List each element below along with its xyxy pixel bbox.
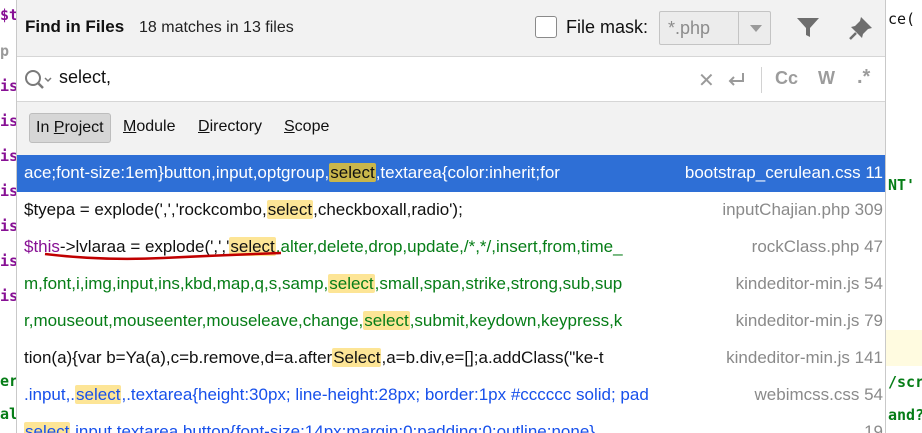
editor-text: p xyxy=(0,42,10,60)
result-row[interactable]: r,mouseout,mouseenter,mouseleave,change,… xyxy=(17,303,885,340)
result-code: select,input,textarea,button{font-size:1… xyxy=(24,422,595,433)
editor-text: is xyxy=(0,77,16,95)
tab-label: Directory xyxy=(198,118,263,135)
editor-text: is xyxy=(0,182,16,200)
search-input[interactable] xyxy=(59,67,559,88)
file-mask-value: *.php xyxy=(668,18,711,38)
result-code: ace;font-size:1em}button,input,optgroup,… xyxy=(24,163,560,182)
result-row[interactable]: m,font,i,img,input,ins,kbd,map,q,s,samp,… xyxy=(17,266,885,303)
tab-label: In Project xyxy=(36,119,104,136)
newline-icon[interactable] xyxy=(725,70,747,90)
file-mask-checkbox[interactable] xyxy=(535,16,557,38)
results-list: ace;font-size:1em}button,input,optgroup,… xyxy=(17,155,885,433)
file-mask-select[interactable]: *.php xyxy=(659,11,771,45)
words-button[interactable]: W xyxy=(818,68,835,89)
result-code: tion(a){var b=Ya(a),c=b.remove,d=a.after… xyxy=(24,348,604,367)
dialog-title: Find in Files xyxy=(25,17,125,36)
separator xyxy=(761,67,762,93)
find-in-files-dialog: Find in Files 18 matches in 13 files Fil… xyxy=(16,0,886,433)
match-count: 18 matches in 13 files xyxy=(139,19,294,36)
editor-text: NT' xyxy=(888,176,916,194)
tab-in-project[interactable]: In Project xyxy=(29,113,111,143)
result-row[interactable]: $tyepa = explode(',','rockcombo,select,c… xyxy=(17,192,885,229)
result-file: inputChajian.php 309 xyxy=(716,200,883,220)
editor-text: and? xyxy=(888,406,922,424)
search-icon[interactable] xyxy=(23,68,53,92)
result-code: $tyepa = explode(',','rockcombo,select,c… xyxy=(24,200,463,219)
tab-label: Scope xyxy=(284,118,330,135)
result-code: .input,.select,.textarea{height:30px; li… xyxy=(24,385,649,404)
close-icon[interactable]: ✕ xyxy=(698,68,715,92)
editor-left-gutter-text: $t p is is is is is is is er al xyxy=(0,0,16,433)
editor-text: is xyxy=(0,147,16,165)
editor-text: /scr xyxy=(888,373,922,391)
editor-text: is xyxy=(0,217,16,235)
result-file: bootstrap_cerulean.css 11 xyxy=(678,163,883,183)
dialog-header: Find in Files 18 matches in 13 files Fil… xyxy=(17,0,885,56)
match-case-button[interactable]: Cc xyxy=(775,68,798,89)
result-file: kindeditor-min.js 79 xyxy=(729,311,883,331)
tab-directory[interactable]: Directory xyxy=(192,113,268,143)
regex-button[interactable]: .* xyxy=(857,66,870,89)
tab-label: Module xyxy=(123,118,176,135)
pin-icon[interactable] xyxy=(847,14,875,42)
search-row: ✕ Cc W .* xyxy=(17,56,885,102)
result-row[interactable]: ace;font-size:1em}button,input,optgroup,… xyxy=(17,155,885,192)
result-row[interactable]: .input,.select,.textarea{height:30px; li… xyxy=(17,377,885,414)
file-mask-label: File mask: xyxy=(566,17,649,37)
editor-text: is xyxy=(0,287,16,305)
editor-text: is xyxy=(0,112,16,130)
tab-scope[interactable]: Scope xyxy=(278,113,335,143)
scope-tabs: In Project Module Directory Scope xyxy=(17,103,885,153)
editor-text: is xyxy=(0,252,16,270)
red-underline-annotation xyxy=(44,251,282,261)
result-file: kindeditor-min.js 54 xyxy=(729,274,883,294)
chevron-down-icon[interactable] xyxy=(738,12,771,44)
editor-text: $t xyxy=(0,6,16,24)
result-file: webimcss.css 54 xyxy=(748,385,883,405)
result-file: kindeditor-min.js 141 xyxy=(720,348,883,368)
result-code: m,font,i,img,input,ins,kbd,map,q,s,samp,… xyxy=(24,274,623,293)
result-row[interactable]: select,input,textarea,button{font-size:1… xyxy=(17,414,885,433)
result-file: rockClass.php 47 xyxy=(745,237,883,257)
editor-text: al xyxy=(0,405,16,423)
editor-text: er xyxy=(0,372,16,390)
editor-text: ce( xyxy=(888,10,916,28)
filter-icon[interactable] xyxy=(795,16,821,40)
editor-line-highlight xyxy=(886,330,922,366)
result-code: r,mouseout,mouseenter,mouseleave,change,… xyxy=(24,311,623,330)
result-row[interactable]: tion(a){var b=Ya(a),c=b.remove,d=a.after… xyxy=(17,340,885,377)
tab-module[interactable]: Module xyxy=(117,113,181,143)
result-file: 19 xyxy=(858,422,883,433)
editor-right-text: ce( NT' /scr and? xyxy=(886,0,922,433)
